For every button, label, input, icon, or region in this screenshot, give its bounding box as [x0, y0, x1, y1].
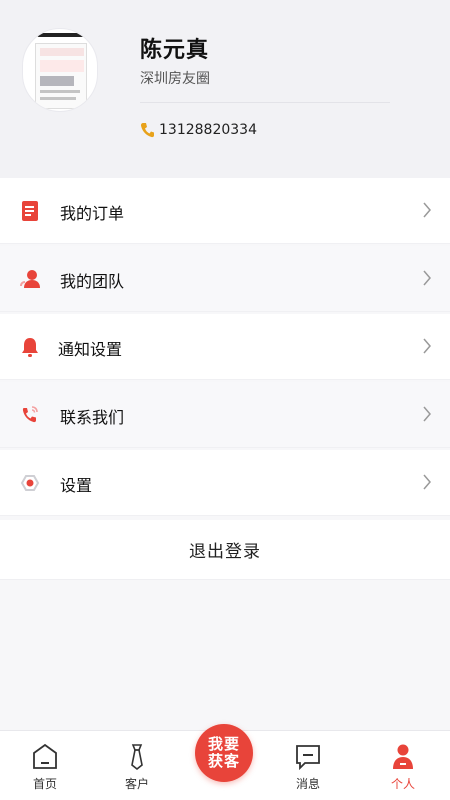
menu-item-label: 我的团队 — [60, 272, 125, 291]
menu-item-orders[interactable]: 我的订单 — [0, 178, 450, 244]
tab-messages[interactable]: 消息 — [263, 731, 353, 800]
menu-item-label: 通知设置 — [58, 340, 123, 359]
chevron-right-icon — [423, 202, 431, 218]
tab-customers[interactable]: 客户 — [92, 731, 182, 800]
chevron-right-icon — [423, 338, 431, 354]
user-name: 陈元真 — [140, 38, 210, 63]
tab-label: 客户 — [124, 777, 149, 791]
menu-item-team[interactable]: 我的团队 — [0, 246, 450, 312]
menu-item-label: 联系我们 — [60, 408, 125, 427]
logout-button[interactable]: 退出登录 — [0, 520, 450, 580]
order-list-icon — [22, 201, 38, 221]
tab-label: 首页 — [32, 777, 57, 791]
fab-label-line1: 我要 — [207, 735, 240, 753]
menu-item-notification-settings[interactable]: 通知设置 — [0, 314, 450, 380]
avatar[interactable] — [22, 28, 98, 112]
bell-icon — [22, 338, 38, 357]
tab-label: 个人 — [390, 777, 415, 791]
menu-item-contact-us[interactable]: 联系我们 — [0, 382, 450, 448]
menu-item-label: 我的订单 — [60, 204, 125, 223]
get-customers-button[interactable]: 我要 获客 — [195, 724, 253, 782]
header-divider — [140, 102, 390, 103]
tab-profile[interactable]: 个人 — [358, 731, 448, 800]
user-organization: 深圳房友圈 — [140, 71, 210, 87]
menu-item-settings[interactable]: 设置 — [0, 450, 450, 516]
user-phone: 13128820334 — [159, 122, 257, 138]
profile-header: 陈元真 深圳房友圈 13128820334 — [0, 0, 450, 178]
menu-item-label: 设置 — [60, 476, 93, 495]
chevron-right-icon — [423, 406, 431, 422]
tab-label: 消息 — [295, 777, 320, 791]
tab-home[interactable]: 首页 — [0, 731, 90, 800]
message-icon — [296, 745, 320, 771]
chevron-right-icon — [423, 474, 431, 490]
home-icon — [33, 743, 57, 769]
phone-icon — [140, 123, 154, 138]
necktie-icon — [131, 744, 143, 771]
team-user-icon — [20, 270, 40, 288]
person-icon — [393, 744, 413, 769]
fab-label-line2: 获客 — [207, 752, 240, 770]
settings-hexagon-icon — [20, 475, 40, 491]
avatar-image-detail — [37, 33, 85, 37]
phone-call-icon — [22, 406, 38, 423]
avatar-image — [35, 43, 87, 109]
chevron-right-icon — [423, 270, 431, 286]
